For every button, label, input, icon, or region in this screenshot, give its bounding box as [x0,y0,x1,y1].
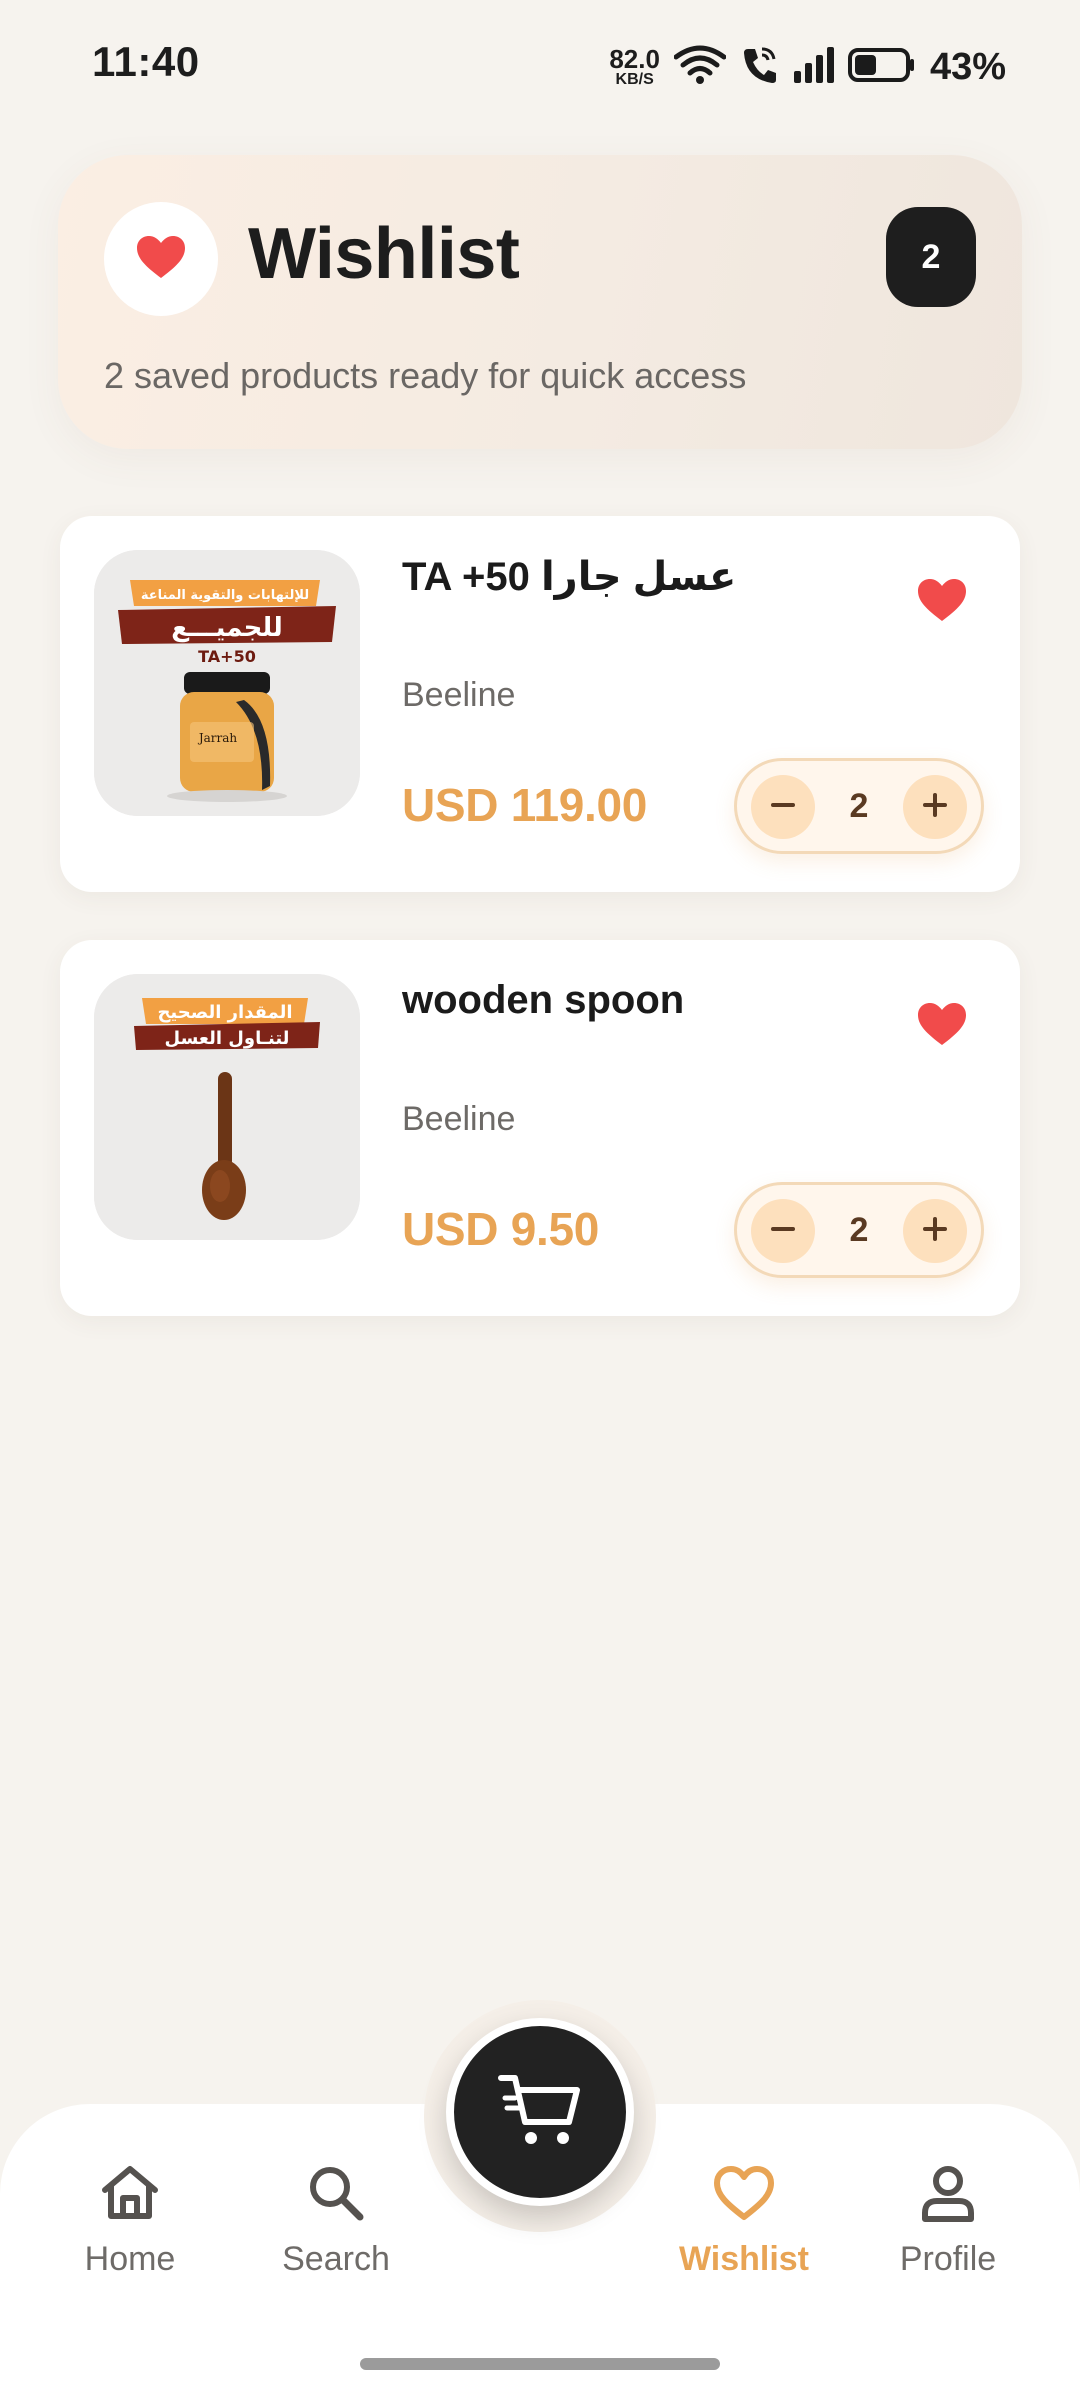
status-bar: 11:40 82.0 KB/S 43% [0,0,1080,130]
nav-label-wishlist: Wishlist [678,2240,810,2278]
product-name[interactable]: wooden spoon [402,978,684,1023]
home-indicator[interactable] [360,2358,720,2370]
product-price: USD 9.50 [402,1203,600,1255]
header-heart-badge [104,202,218,316]
remove-from-wishlist-button[interactable] [912,572,972,632]
wifi-icon [673,45,727,90]
network-speed-unit: KB/S [615,71,654,88]
product-price: USD 119.00 [402,779,648,831]
wishlist-item-card[interactable]: المقدار الصحيح لتنـاول العسل wooden spoo… [60,940,1020,1316]
heart-icon [916,1001,968,1052]
increase-quantity-button[interactable] [903,1199,967,1263]
profile-icon [915,2160,981,2226]
nav-item-search[interactable]: Search [246,2160,426,2279]
network-speed: 82.0 KB/S [609,46,660,88]
home-icon [97,2160,163,2226]
page-title: Wishlist [248,214,520,294]
product-brand: Beeline [402,1100,516,1138]
wishlist-count-badge: 2 [886,207,976,307]
product-brand: Beeline [402,676,516,714]
signal-icon [792,45,834,90]
heart-outline-icon [711,2160,777,2226]
search-icon [303,2160,369,2226]
wishlist-item-card[interactable]: للإلتهابات والتقوية المناعة للجميـــع TA… [60,516,1020,892]
nav-item-home[interactable]: Home [40,2160,220,2279]
cart-button[interactable] [446,2018,634,2206]
increase-quantity-button[interactable] [903,775,967,839]
status-time: 11:40 [92,38,200,85]
nav-label-profile: Profile [899,2240,997,2278]
wifi-calling-icon [740,45,778,90]
thumb-banner-line2: لتنـاول العسل [165,1028,290,1049]
network-speed-value: 82.0 [609,44,660,74]
battery-icon [847,47,916,88]
nav-item-profile[interactable]: Profile [858,2160,1038,2279]
product-name[interactable]: TA +50 عسل جارا [402,554,736,600]
quantity-stepper: 2 [734,1182,984,1278]
thumb-banner-line1: المقدار الصحيح [157,1002,292,1023]
battery-percent: 43% [929,45,1006,88]
quantity-stepper: 2 [734,758,984,854]
heart-icon [135,234,187,285]
cart-icon [497,2070,583,2155]
thumb-jar-label: Jarrah [197,731,238,745]
remove-from-wishlist-button[interactable] [912,996,972,1056]
thumb-product-code: TA+50 [198,647,256,666]
product-image[interactable]: للإلتهابات والتقوية المناعة للجميـــع TA… [94,550,360,816]
nav-label-search: Search [282,2240,390,2278]
plus-icon [921,1215,949,1248]
page-subtitle: 2 saved products ready for quick access [104,355,747,396]
heart-icon [916,577,968,628]
nav-item-wishlist[interactable]: Wishlist [654,2160,834,2279]
thumb-banner-line2: للجميـــع [171,613,283,643]
wishlist-header-card: Wishlist 2 2 saved products ready for qu… [58,155,1022,449]
status-icons: 82.0 KB/S 43% [609,42,1006,92]
thumb-banner-line1: للإلتهابات والتقوية المناعة [141,588,309,603]
product-image[interactable]: المقدار الصحيح لتنـاول العسل [94,974,360,1240]
nav-label-home: Home [84,2240,176,2278]
plus-icon [921,791,949,824]
